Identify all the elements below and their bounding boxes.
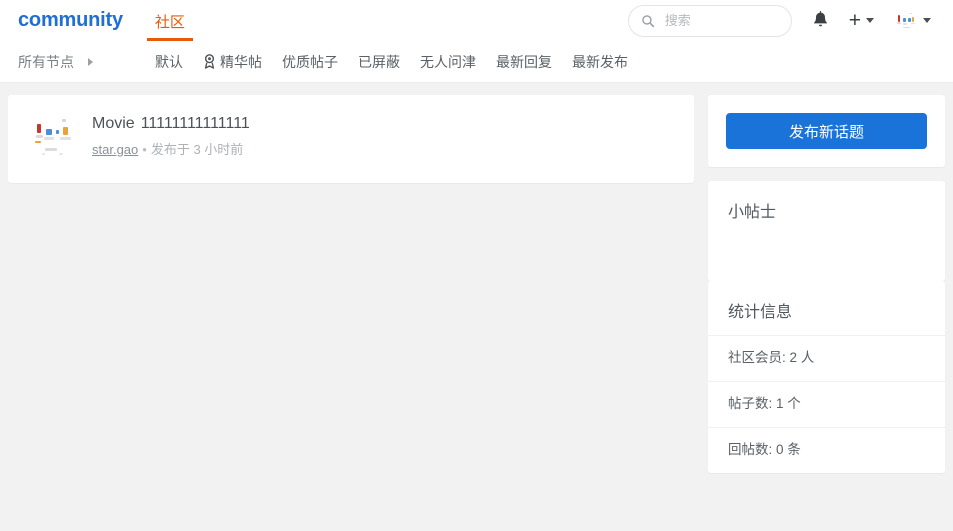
page-body: Movie 11111111111111 star.gao • 发布于 3 小时前 发… — [0, 83, 953, 473]
subnav-label-latest-reply: 最新回复 — [496, 53, 552, 70]
tab-community[interactable]: 社区 — [146, 14, 193, 41]
subnav-label-default: 默认 — [155, 53, 183, 70]
post-title-prefix: Movie — [92, 115, 135, 132]
subnav-item-blocked[interactable]: 已屏蔽 — [348, 52, 410, 72]
search-box[interactable] — [627, 4, 792, 37]
list-item[interactable]: Movie 11111111111111 star.gao • 发布于 3 小时前 — [8, 95, 694, 183]
plus-icon: + — [848, 8, 861, 32]
stats-row-replies: 回帖数: 0 条 — [708, 427, 945, 473]
subnav-label-quality: 优质帖子 — [282, 53, 338, 70]
subnav-item-latest-post[interactable]: 最新发布 — [562, 52, 638, 72]
subnav-label-blocked: 已屏蔽 — [358, 53, 400, 70]
subnav-label-no-reply: 无人问津 — [420, 53, 476, 70]
site-header: community 社区 + — [0, 0, 953, 41]
new-topic-button[interactable]: 发布新话题 — [726, 113, 927, 149]
subnav-item-latest-reply[interactable]: 最新回复 — [486, 52, 562, 72]
stats-header: 统计信息 — [708, 281, 945, 335]
chevron-down-icon — [923, 18, 931, 23]
post-title[interactable]: Movie 11111111111111 — [92, 114, 674, 134]
header-right: + — [627, 4, 937, 37]
site-logo[interactable]: community — [18, 10, 123, 41]
subnav-label-latest-post: 最新发布 — [572, 53, 628, 70]
post-title-text: 11111111111111 — [140, 115, 250, 132]
chevron-down-icon — [866, 18, 874, 23]
medal-icon — [204, 54, 215, 69]
subnav-item-all-nodes[interactable]: 所有节点 — [18, 52, 103, 72]
post-author-link[interactable]: star.gao — [92, 142, 138, 157]
post-author-avatar[interactable] — [32, 115, 76, 159]
post-meta: star.gao • 发布于 3 小时前 — [92, 141, 674, 158]
header-left: community 社区 — [18, 0, 193, 41]
search-icon — [641, 14, 654, 27]
post-list: Movie 11111111111111 star.gao • 发布于 3 小时前 — [8, 95, 694, 183]
post-body: Movie 11111111111111 star.gao • 发布于 3 小时前 — [92, 113, 674, 158]
stats-row-posts: 帖子数: 1 个 — [708, 381, 945, 427]
meta-separator: • — [142, 142, 147, 157]
subnav-item-featured[interactable]: 精华帖 — [193, 52, 272, 72]
sidebar: 发布新话题 小帖士 统计信息 社区会员: 2 人 帖子数: 1 个 回帖数: 0… — [708, 95, 945, 473]
stats-row-members: 社区会员: 2 人 — [708, 335, 945, 381]
bell-icon — [813, 11, 827, 27]
subnav-item-default[interactable]: 默认 — [145, 52, 193, 72]
post-time: 发布于 3 小时前 — [150, 142, 244, 157]
subnav-item-no-reply[interactable]: 无人问津 — [410, 52, 486, 72]
category-navbar: 所有节点 默认 精华帖 优质帖子 已屏蔽 无人问津 最新回复 最新发布 — [0, 41, 953, 83]
create-button[interactable]: + — [843, 8, 880, 32]
notifications-button[interactable] — [806, 11, 835, 30]
stats-card: 统计信息 社区会员: 2 人 帖子数: 1 个 回帖数: 0 条 — [708, 281, 945, 473]
user-menu-button[interactable] — [890, 9, 937, 32]
main-column: Movie 11111111111111 star.gao • 发布于 3 小时前 — [8, 95, 694, 183]
search-input[interactable] — [662, 12, 779, 29]
tips-card: 小帖士 — [708, 181, 945, 281]
subnav-item-quality[interactable]: 优质帖子 — [272, 52, 348, 72]
all-nodes-label: 所有节点 — [18, 53, 74, 70]
header-tabs: 社区 — [146, 0, 193, 41]
user-avatar — [896, 9, 918, 32]
tab-community-label: 社区 — [154, 14, 185, 31]
chevron-right-icon — [88, 57, 93, 66]
stats-heading: 统计信息 — [728, 304, 793, 321]
new-topic-card: 发布新话题 — [708, 95, 945, 167]
subnav-label-featured: 精华帖 — [220, 53, 262, 70]
tips-heading: 小帖士 — [728, 204, 777, 221]
